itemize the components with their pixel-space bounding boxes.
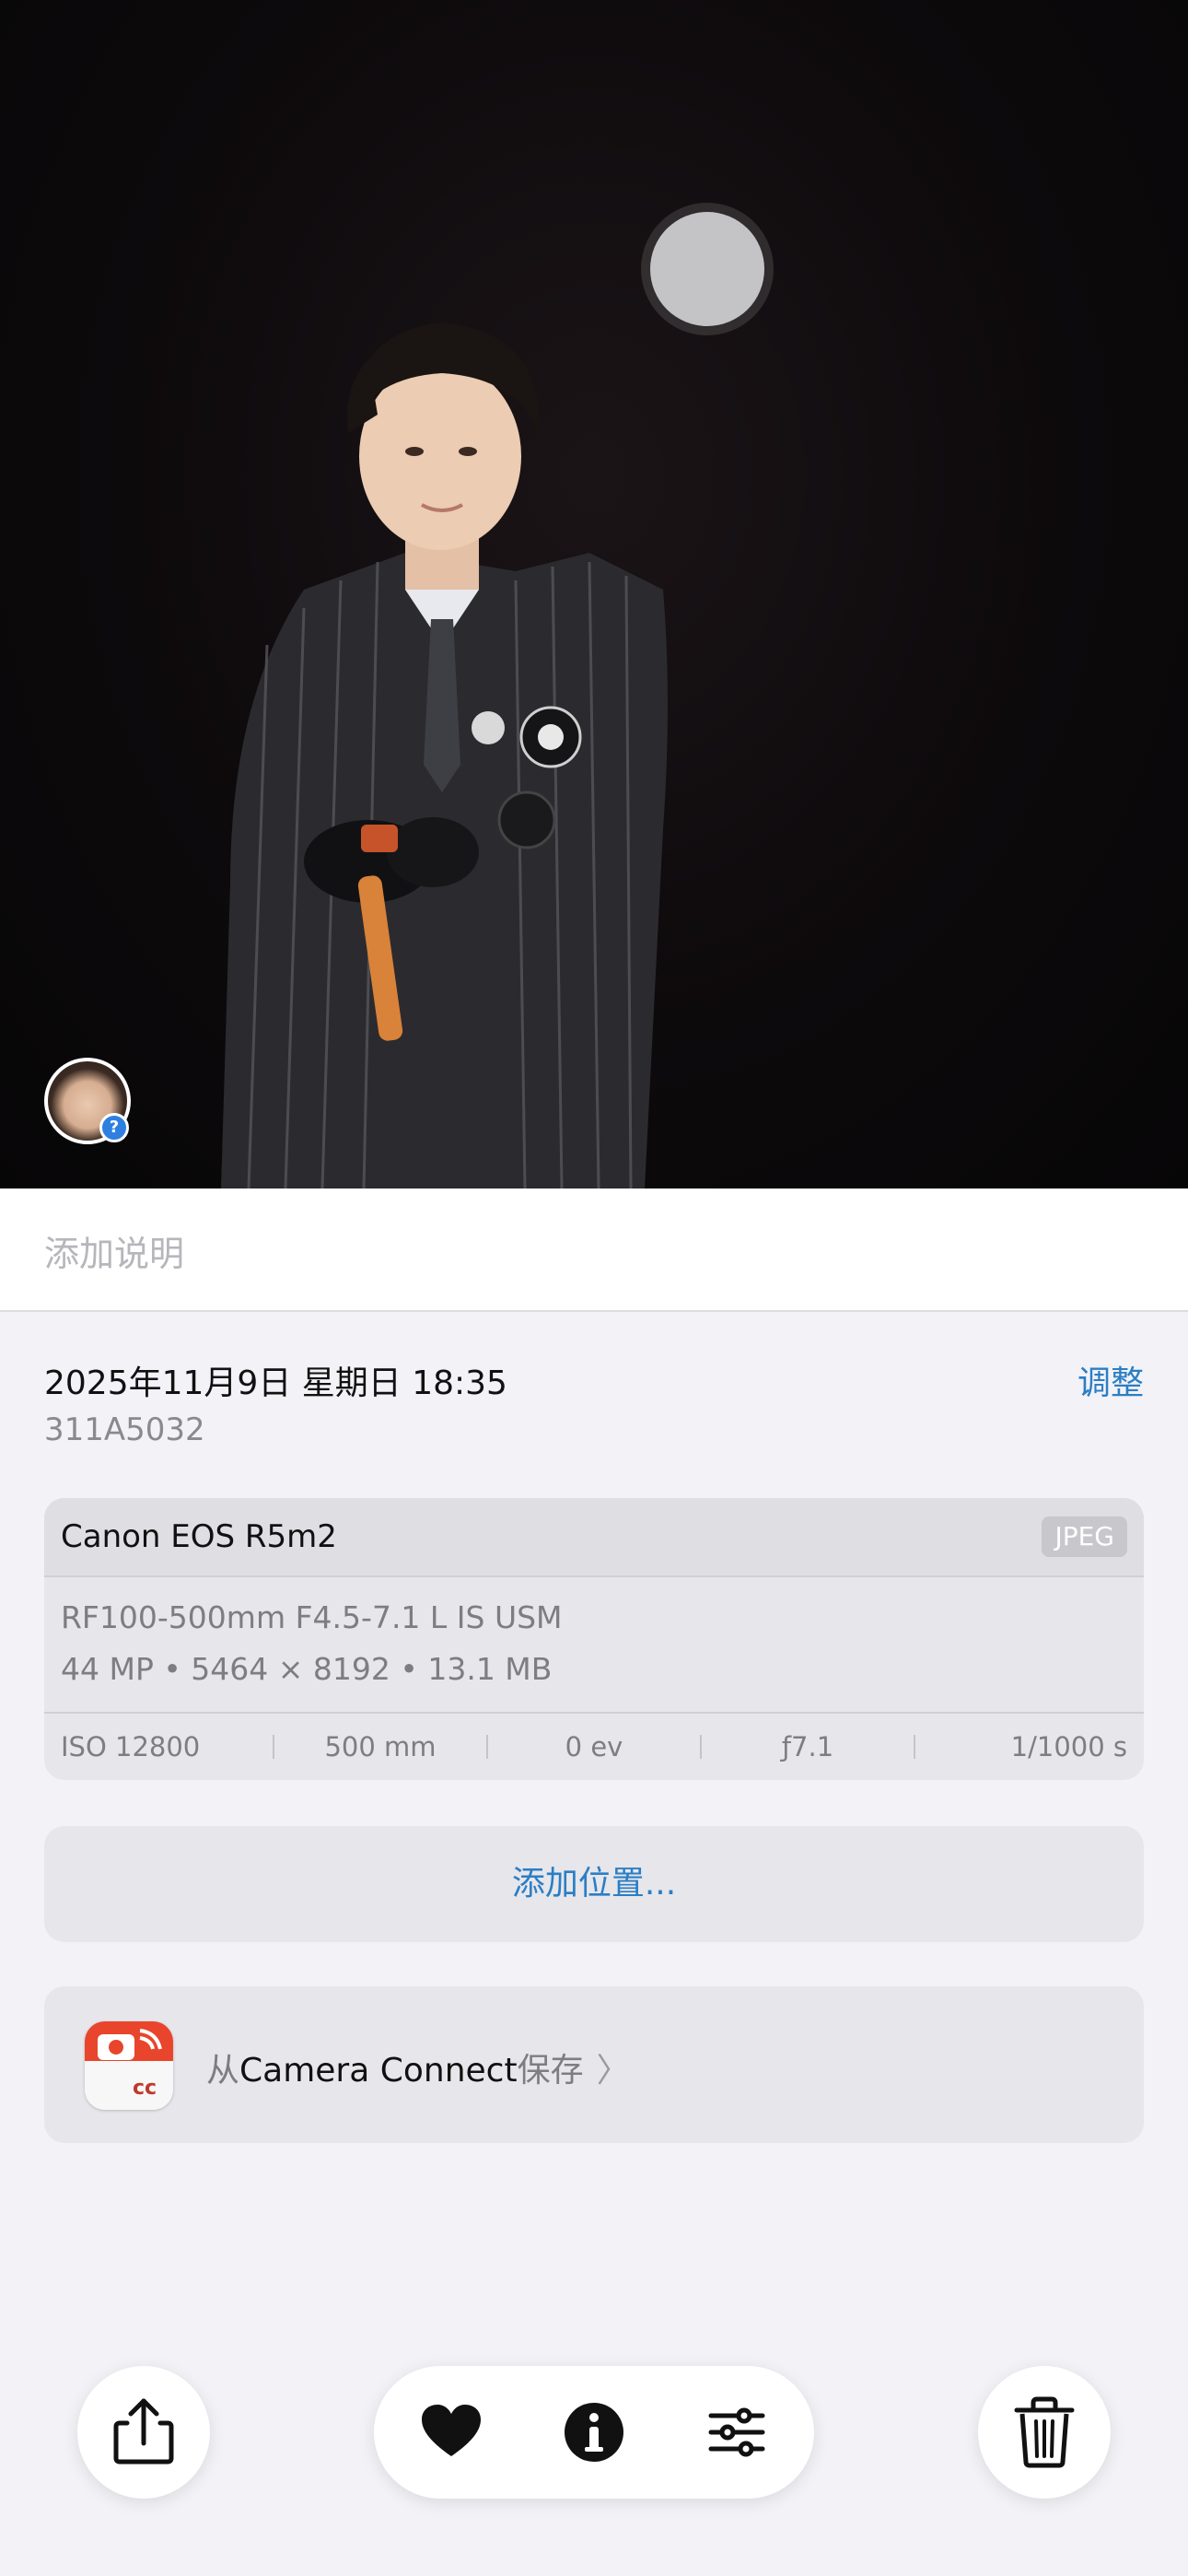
exif-aperture: ƒ7.1: [781, 1731, 834, 1762]
camera-header: Canon EOS R5m2 JPEG: [44, 1498, 1144, 1577]
format-badge: JPEG: [1042, 1516, 1127, 1557]
add-location-button[interactable]: 添加位置...: [44, 1826, 1144, 1942]
camera-info-card: Canon EOS R5m2 JPEG RF100-500mm F4.5-7.1…: [44, 1498, 1144, 1780]
app-icon-text: cc: [133, 2077, 157, 2100]
caption-placeholder: 添加说明: [44, 1234, 185, 1274]
exif-focal-length: 500 mm: [324, 1731, 437, 1762]
concert-photo: [221, 203, 774, 1188]
exif-row: ISO 12800 500 mm 0 ev ƒ7.1 1/1000 s: [44, 1712, 1144, 1780]
from-text: 从: [206, 2052, 240, 2090]
camera-model: Canon EOS R5m2: [61, 1518, 337, 1555]
info-icon[interactable]: [557, 2395, 631, 2469]
caption-field[interactable]: 添加说明: [0, 1188, 1188, 1312]
sliders-icon[interactable]: [700, 2395, 774, 2469]
save-text: 保存: [517, 2052, 584, 2090]
share-button[interactable]: [77, 2366, 210, 2499]
saved-from-label: 从Camera Connect保存〉: [206, 2043, 630, 2091]
photo-viewer[interactable]: ?: [0, 0, 1188, 1188]
exif-shutter-speed: 1/1000 s: [1010, 1731, 1127, 1762]
app-name: Camera Connect: [239, 2052, 518, 2090]
action-pill: [374, 2366, 814, 2499]
person-unknown-badge: ?: [99, 1113, 129, 1142]
exif-exposure-bias: 0 ev: [565, 1731, 623, 1762]
photo-filename: 311A5032: [44, 1411, 205, 1448]
delete-button[interactable]: [978, 2366, 1111, 2499]
saved-from-app-row[interactable]: cc 从Camera Connect保存〉: [44, 1986, 1144, 2143]
heart-icon[interactable]: [414, 2395, 488, 2469]
trash-icon: [1014, 2396, 1075, 2468]
photo-datetime: 2025年11月9日 星期日 18:35: [44, 1364, 507, 1402]
lens-info: RF100-500mm F4.5-7.1 L IS USM: [61, 1599, 563, 1635]
share-icon: [113, 2398, 174, 2465]
chevron-right-icon: 〉: [596, 2052, 630, 2090]
adjust-datetime-button[interactable]: 调整: [1077, 1356, 1144, 1404]
exif-iso: ISO 12800: [61, 1731, 201, 1762]
image-specs: 44 MP • 5464 × 8192 • 13.1 MB: [61, 1651, 553, 1687]
camera-connect-app-icon: cc: [85, 2021, 173, 2110]
